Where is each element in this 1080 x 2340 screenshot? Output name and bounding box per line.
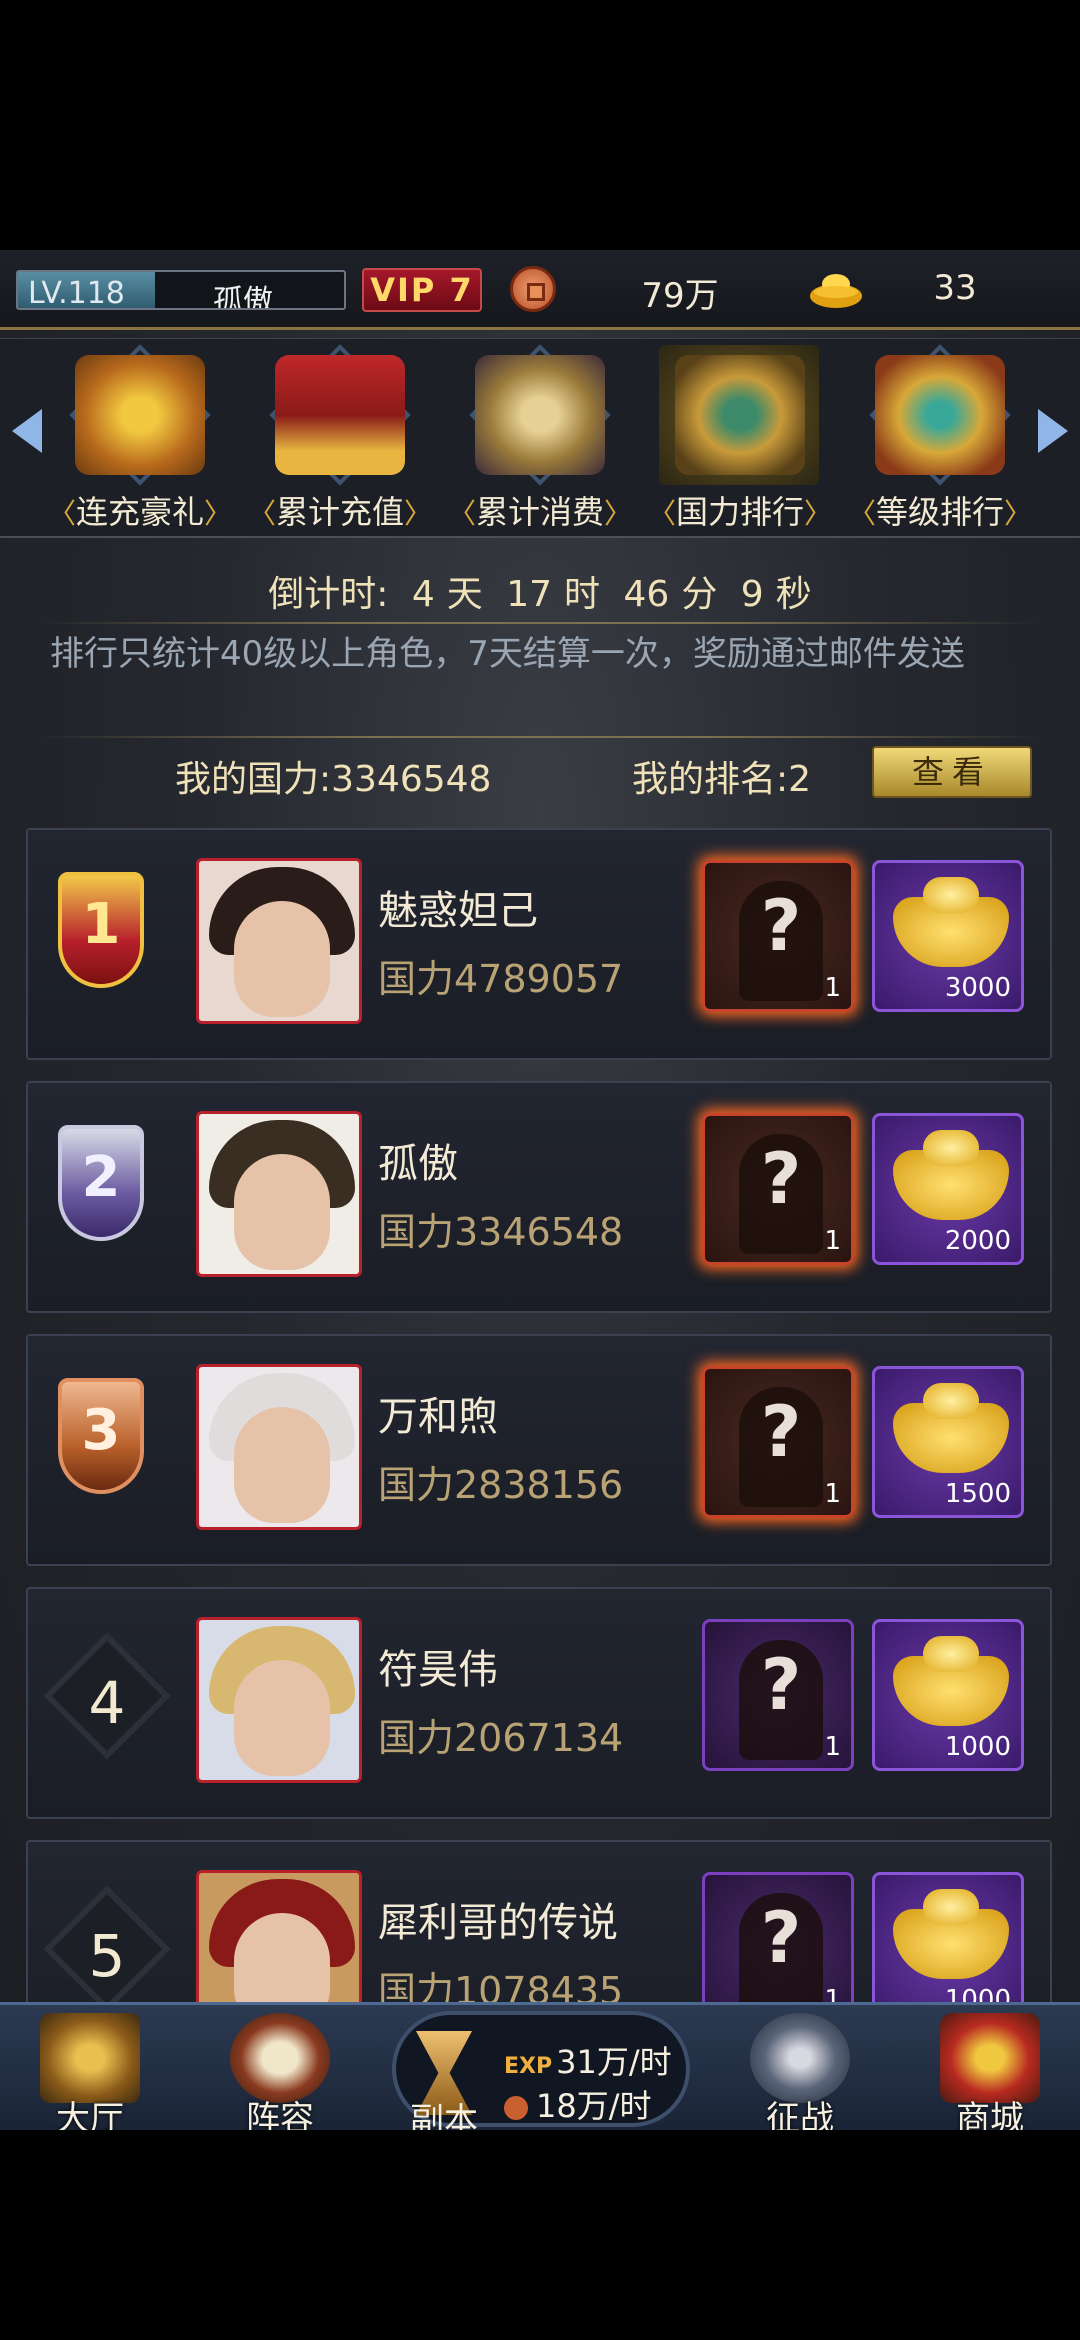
question-mark-icon: ? xyxy=(760,1138,802,1220)
crossed-swords-icon xyxy=(750,2013,850,2103)
ranking-row[interactable]: 3 万和煦 国力2838156 ? 1 1500 xyxy=(26,1334,1052,1566)
nav-campaign[interactable]: 征战 xyxy=(720,2005,880,2130)
tab-label: 累计充值 xyxy=(245,487,435,533)
player-name: 孤傲 xyxy=(378,1141,458,1187)
money-pouch-icon xyxy=(475,355,605,475)
level-label: LV.118 xyxy=(28,276,125,310)
gold-ingot-reward[interactable]: 3000 xyxy=(872,860,1024,1012)
gold-bag-icon xyxy=(75,355,205,475)
player-power: 国力2838156 xyxy=(378,1463,624,1507)
tab-level-ranking[interactable]: 等级排行 xyxy=(845,344,1035,535)
question-mark-icon: ? xyxy=(760,1644,802,1726)
avatar[interactable] xyxy=(196,858,362,1024)
status-bar: LV.118 孤傲 VIP 7 79万 33 xyxy=(0,250,1080,330)
gold-ingot-icon xyxy=(810,274,862,308)
question-mark-icon: ? xyxy=(760,1391,802,1473)
rank-2-badge-icon: 2 xyxy=(36,1119,166,1259)
ranking-row[interactable]: 1 魅惑妲己 国力4789057 ? 1 3000 xyxy=(26,828,1052,1060)
copper-coin-icon xyxy=(510,266,556,312)
crossed-swords-emblem-icon xyxy=(675,355,805,475)
tab-cumulative-spending[interactable]: 累计消费 xyxy=(445,344,635,535)
treasure-chest-icon xyxy=(275,355,405,475)
tab-label: 累计消费 xyxy=(445,487,635,533)
gold-ingot-icon xyxy=(893,1889,1009,1979)
tab-cumulative-recharge[interactable]: 累计充值 xyxy=(245,344,435,535)
view-button[interactable]: 查看 xyxy=(872,746,1032,798)
my-rank: 我的排名:2 xyxy=(632,759,812,800)
avatar[interactable] xyxy=(196,1364,362,1530)
coin-amount: 79万 xyxy=(641,276,719,316)
golden-trophy-icon xyxy=(875,355,1005,475)
copper-coin-icon xyxy=(504,2096,528,2120)
bottom-nav: 大厅 阵容 副本 EXP 31万/时 18万/时 征战 商城 xyxy=(0,2002,1080,2130)
player-name: 符昊伟 xyxy=(378,1647,498,1693)
vip-badge[interactable]: VIP 7 xyxy=(362,268,482,312)
ranking-screen: LV.118 孤傲 VIP 7 79万 33 连充豪礼 累计充值 累计消费 xyxy=(0,250,1080,2130)
question-mark-icon: ? xyxy=(760,1897,802,1979)
gold-ingot-reward[interactable]: 1500 xyxy=(872,1366,1024,1518)
divider xyxy=(40,736,1040,738)
tab-consecutive-recharge[interactable]: 连充豪礼 xyxy=(45,344,235,535)
ranking-row[interactable]: 2 孤傲 国力3346548 ? 1 2000 xyxy=(26,1081,1052,1313)
scroll-right-arrow-icon[interactable] xyxy=(1038,409,1068,453)
gold-ingot-reward[interactable]: 1000 xyxy=(872,1619,1024,1771)
avatar[interactable] xyxy=(196,1111,362,1277)
tab-power-ranking[interactable]: 国力排行 xyxy=(645,345,835,535)
level-bar: LV.118 孤傲 xyxy=(16,270,346,310)
gold-ingot-icon xyxy=(893,877,1009,967)
palace-icon xyxy=(40,2013,140,2103)
player-name: 魅惑妲己 xyxy=(378,888,538,934)
question-mark-icon: ? xyxy=(760,885,802,967)
my-power: 我的国力:3346548 xyxy=(175,759,492,800)
player-name: 孤傲 xyxy=(213,284,273,310)
player-name: 犀利哥的传说 xyxy=(378,1900,618,1946)
player-name: 万和煦 xyxy=(378,1394,498,1440)
rank-4-badge: 4 xyxy=(36,1625,171,1765)
gold-ingot-icon xyxy=(893,1383,1009,1473)
countdown: 倒计时: 4天 17 时 46 分 9秒 xyxy=(268,574,812,615)
scroll-left-arrow-icon[interactable] xyxy=(12,409,42,453)
nav-lineup[interactable]: 阵容 xyxy=(200,2005,360,2130)
player-power: 国力4789057 xyxy=(378,957,624,1001)
ingot-amount: 33 xyxy=(933,268,977,308)
player-power: 国力2067134 xyxy=(378,1716,624,1760)
avatar[interactable] xyxy=(196,1617,362,1783)
rank-1-badge-icon: 1 xyxy=(36,866,166,1006)
rank-5-badge: 5 xyxy=(36,1878,171,2018)
event-tab-strip: 连充豪礼 累计充值 累计消费 国力排行 等级排行 xyxy=(0,338,1080,538)
mystery-general-reward[interactable]: ? 1 xyxy=(702,1113,854,1265)
rank-3-badge-icon: 3 xyxy=(36,1372,166,1512)
mystery-general-reward[interactable]: ? 1 xyxy=(702,1366,854,1518)
treasure-chest-icon xyxy=(940,2013,1040,2103)
scroll-map-icon xyxy=(230,2013,330,2103)
gold-ingot-reward[interactable]: 2000 xyxy=(872,1113,1024,1265)
mystery-general-reward[interactable]: ? 1 xyxy=(702,860,854,1012)
tab-label: 连充豪礼 xyxy=(45,487,235,533)
gold-ingot-icon xyxy=(893,1130,1009,1220)
nav-hall[interactable]: 大厅 xyxy=(10,2005,170,2130)
coin-rate: 18万/时 xyxy=(504,2081,652,2127)
mystery-general-reward[interactable]: ? 1 xyxy=(702,1619,854,1771)
ranking-row[interactable]: 4 符昊伟 国力2067134 ? 1 1000 xyxy=(26,1587,1052,1819)
tab-label: 等级排行 xyxy=(845,487,1035,533)
tab-label: 国力排行 xyxy=(645,487,835,533)
player-power: 国力3346548 xyxy=(378,1210,624,1254)
nav-shop[interactable]: 商城 xyxy=(910,2005,1070,2130)
ranking-rules-note: 排行只统计40级以上角色，7天结算一次，奖励通过邮件发送 xyxy=(50,634,965,674)
divider xyxy=(40,622,1040,624)
exp-rate: EXP 31万/时 xyxy=(504,2043,672,2081)
gold-ingot-icon xyxy=(893,1636,1009,1726)
nav-dungeon[interactable]: 副本 EXP 31万/时 18万/时 xyxy=(392,2011,690,2130)
